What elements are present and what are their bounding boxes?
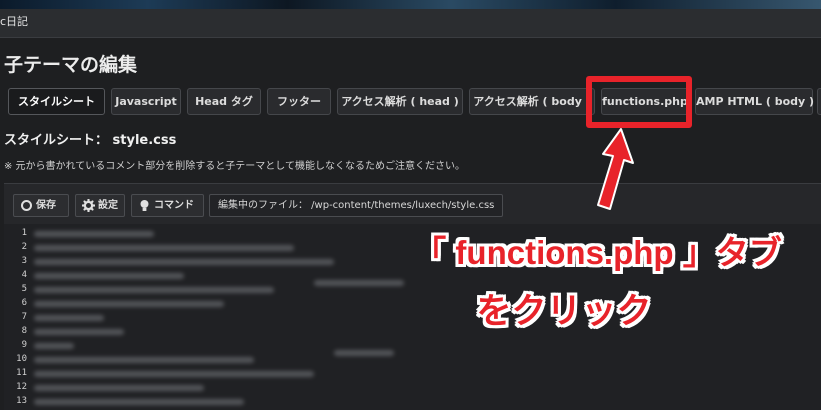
blurred-code-line [34,329,124,335]
editor-tabs: スタイルシート Javascript Head タグ フッター アクセス解析 (… [8,88,821,117]
tab-footer[interactable]: フッター [267,88,331,115]
blurred-code-line [34,287,274,293]
gear-icon [82,199,95,212]
blurred-code-line [34,399,244,405]
highlight-box [586,76,692,128]
blurred-code-line [34,301,224,307]
annotation-line-1: 「 functions.php 」タブ [413,234,782,271]
blurred-code-line [34,231,154,237]
annotation-line-2: をクリック [476,292,652,331]
circle-icon [21,200,32,211]
tab-analytics-head[interactable]: アクセス解析 ( head ) [337,88,463,115]
header-banner-image [0,0,821,9]
line-number: 12 [16,382,27,392]
line-number: 3 [21,256,27,266]
warning-notice: ※ 元から書かれているコメント部分を削除すると子テーマとして機能しなくなるためご… [4,161,465,172]
blurred-code-line [34,315,104,321]
pointer-arrow-icon [597,128,634,210]
page-title: 子テーマの編集 [4,54,138,76]
tab-head-tag[interactable]: Head タグ [187,88,261,115]
command-button-label: コマンド [154,200,194,211]
section-title: スタイルシート： style.css [4,133,177,148]
tab-javascript[interactable]: Javascript [111,88,181,115]
blurred-code-line [34,343,74,349]
settings-button[interactable]: 設定 [75,194,125,217]
tab-stylesheet[interactable]: スタイルシート [8,88,105,115]
blurred-code-line [334,350,394,356]
blurred-code-line [34,273,184,279]
blurred-code-line [34,385,204,391]
top-bar: c日記 [0,0,821,38]
command-button[interactable]: コマンド [131,194,204,217]
blurred-code-line [34,371,314,377]
tab-amp-html-body[interactable]: AMP HTML ( body ) [695,88,814,115]
line-number: 6 [21,298,27,308]
save-button-label: 保存 [36,200,56,211]
line-number: 7 [21,312,27,322]
line-number: 11 [16,368,27,378]
settings-button-label: 設定 [98,200,118,211]
line-number: 9 [21,340,27,350]
line-number: 8 [21,326,27,336]
line-number: 13 [16,396,27,406]
site-title[interactable]: c日記 [0,13,28,29]
tab-overflow[interactable] [817,88,821,115]
save-button[interactable]: 保存 [13,194,69,217]
tab-analytics-body[interactable]: アクセス解析 ( body ) [469,88,595,115]
editing-file-path: 編集中のファイル： /wp-content/themes/luxech/styl… [209,194,504,217]
line-number-gutter: 1 2 3 4 5 6 7 8 9 10 11 12 13 [4,224,28,410]
line-number: 10 [16,354,27,364]
line-number: 5 [21,284,27,294]
lightbulb-icon [140,200,149,211]
blurred-code-line [34,357,254,363]
line-number: 4 [21,270,27,280]
line-number: 2 [21,242,27,252]
blurred-code-line [34,259,334,265]
blurred-code-line [34,245,294,251]
line-number: 1 [21,228,27,238]
